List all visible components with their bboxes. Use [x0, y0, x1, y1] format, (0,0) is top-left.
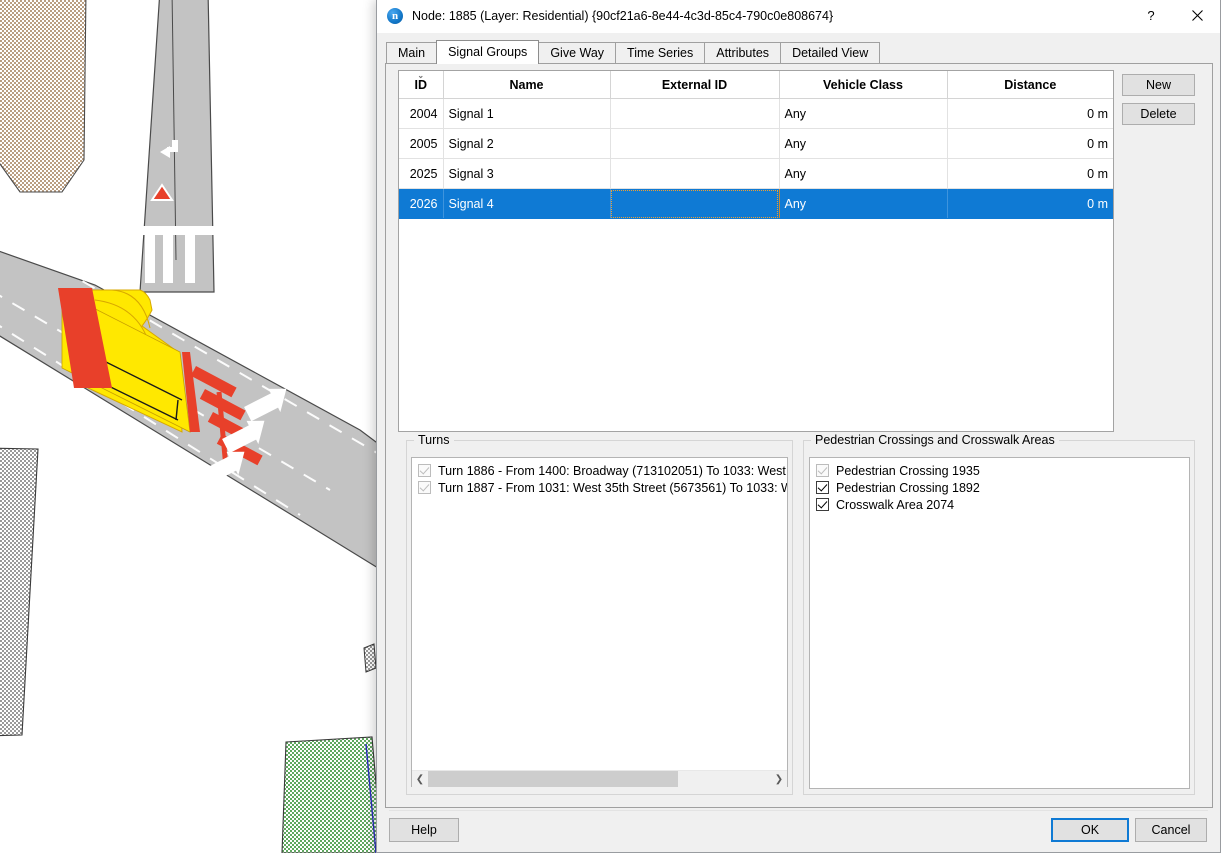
- tab-signal-groups[interactable]: Signal Groups: [436, 40, 540, 64]
- column-header-distance[interactable]: Distance: [947, 71, 1113, 99]
- dialog-titlebar[interactable]: n Node: 1885 (Layer: Residential) {90cf2…: [377, 0, 1220, 33]
- tab-main[interactable]: Main: [386, 42, 438, 64]
- footer-divider: [389, 810, 1208, 811]
- map-park-green: [281, 736, 383, 853]
- list-item[interactable]: Crosswalk Area 2074: [810, 496, 1189, 513]
- new-button[interactable]: New: [1122, 74, 1195, 96]
- close-icon[interactable]: [1174, 0, 1220, 31]
- cell-external-id[interactable]: [610, 128, 780, 159]
- list-item[interactable]: Turn 1886 - From 1400: Broadway (7131020…: [412, 462, 787, 479]
- help-icon[interactable]: ?: [1128, 0, 1174, 31]
- checkbox-icon[interactable]: [816, 481, 829, 494]
- pedestrian-listbox[interactable]: Pedestrian Crossing 1935 Pedestrian Cros…: [809, 457, 1190, 789]
- cell-external-id[interactable]: [610, 98, 780, 129]
- scrollbar-track[interactable]: [428, 771, 771, 787]
- table-row[interactable]: 2025 Signal 3 Any 0 m: [399, 158, 1113, 189]
- checkbox-icon[interactable]: [816, 464, 829, 477]
- cell-vehicle-class[interactable]: Any: [779, 128, 948, 159]
- signal-groups-table: ⌄ ID Name External ID Vehicle Class Dist…: [399, 71, 1113, 219]
- scroll-right-arrow-icon[interactable]: ❯: [771, 771, 787, 787]
- close-icon-glyph: [1191, 10, 1203, 21]
- checkbox-icon[interactable]: [816, 498, 829, 511]
- cell-external-id[interactable]: [610, 158, 780, 189]
- cell-vehicle-class[interactable]: Any: [779, 188, 948, 219]
- cell-name[interactable]: Signal 2: [443, 128, 611, 159]
- map-building-tan: [0, 0, 87, 193]
- turns-group-label: Turns: [414, 433, 454, 447]
- cell-name[interactable]: Signal 4: [443, 188, 611, 219]
- turns-horizontal-scrollbar[interactable]: ❮ ❯: [412, 770, 787, 787]
- table-row-selected[interactable]: 2026 Signal 4 Any 0 m: [399, 188, 1113, 219]
- tab-time-series[interactable]: Time Series: [615, 42, 706, 64]
- scroll-left-arrow-icon[interactable]: ❮: [412, 771, 428, 787]
- checkbox-icon[interactable]: [418, 464, 431, 477]
- delete-button[interactable]: Delete: [1122, 103, 1195, 125]
- column-header-name[interactable]: Name: [443, 71, 611, 99]
- help-button[interactable]: Help: [389, 818, 459, 842]
- cell-id[interactable]: 2004: [399, 98, 444, 129]
- node-icon: n: [387, 8, 403, 24]
- cell-vehicle-class[interactable]: Any: [779, 158, 948, 189]
- tab-give-way[interactable]: Give Way: [538, 42, 617, 64]
- column-header-id[interactable]: ⌄ ID: [399, 71, 444, 99]
- cell-id[interactable]: 2025: [399, 158, 444, 189]
- column-header-vehicle-class[interactable]: Vehicle Class: [779, 71, 948, 99]
- signal-groups-table-container[interactable]: ⌄ ID Name External ID Vehicle Class Dist…: [398, 70, 1114, 432]
- list-item-label: Crosswalk Area 2074: [836, 497, 955, 512]
- checkbox-icon[interactable]: [418, 481, 431, 494]
- cell-distance[interactable]: 0 m: [947, 98, 1113, 129]
- list-item[interactable]: Pedestrian Crossing 1892: [810, 479, 1189, 496]
- table-row[interactable]: 2005 Signal 2 Any 0 m: [399, 128, 1113, 159]
- cell-name[interactable]: Signal 3: [443, 158, 611, 189]
- table-header-row: ⌄ ID Name External ID Vehicle Class Dist…: [399, 71, 1113, 99]
- dialog-title: Node: 1885 (Layer: Residential) {90cf21a…: [412, 9, 834, 23]
- cell-distance[interactable]: 0 m: [947, 158, 1113, 189]
- cell-id[interactable]: 2005: [399, 128, 444, 159]
- list-item-label: Turn 1886 - From 1400: Broadway (7131020…: [438, 463, 788, 478]
- cell-name[interactable]: Signal 1: [443, 98, 611, 129]
- list-item[interactable]: Pedestrian Crossing 1935: [810, 462, 1189, 479]
- pedestrian-group-label: Pedestrian Crossings and Crosswalk Areas: [811, 433, 1059, 447]
- ok-button[interactable]: OK: [1051, 818, 1129, 842]
- tab-bar: Main Signal Groups Give Way Time Series …: [386, 40, 881, 64]
- cell-distance[interactable]: 0 m: [947, 128, 1113, 159]
- column-header-external-id[interactable]: External ID: [610, 71, 780, 99]
- list-item-label: Pedestrian Crossing 1892: [836, 480, 980, 495]
- cancel-button[interactable]: Cancel: [1135, 818, 1207, 842]
- turns-listbox[interactable]: Turn 1886 - From 1400: Broadway (7131020…: [411, 457, 788, 787]
- list-item[interactable]: Turn 1887 - From 1031: West 35th Street …: [412, 479, 787, 496]
- sort-caret-icon: ⌄: [417, 71, 425, 80]
- tab-detailed-view[interactable]: Detailed View: [780, 42, 881, 64]
- cell-distance[interactable]: 0 m: [947, 188, 1113, 219]
- scrollbar-thumb[interactable]: [428, 771, 679, 787]
- list-item-label: Pedestrian Crossing 1935: [836, 463, 980, 478]
- tab-attributes[interactable]: Attributes: [704, 42, 782, 64]
- table-row[interactable]: 2004 Signal 1 Any 0 m: [399, 98, 1113, 129]
- list-item-label: Turn 1887 - From 1031: West 35th Street …: [438, 480, 788, 495]
- cell-vehicle-class[interactable]: Any: [779, 98, 948, 129]
- cell-id[interactable]: 2026: [399, 188, 444, 219]
- cell-external-id-focused[interactable]: [609, 188, 780, 219]
- map-small-shape: [363, 643, 377, 673]
